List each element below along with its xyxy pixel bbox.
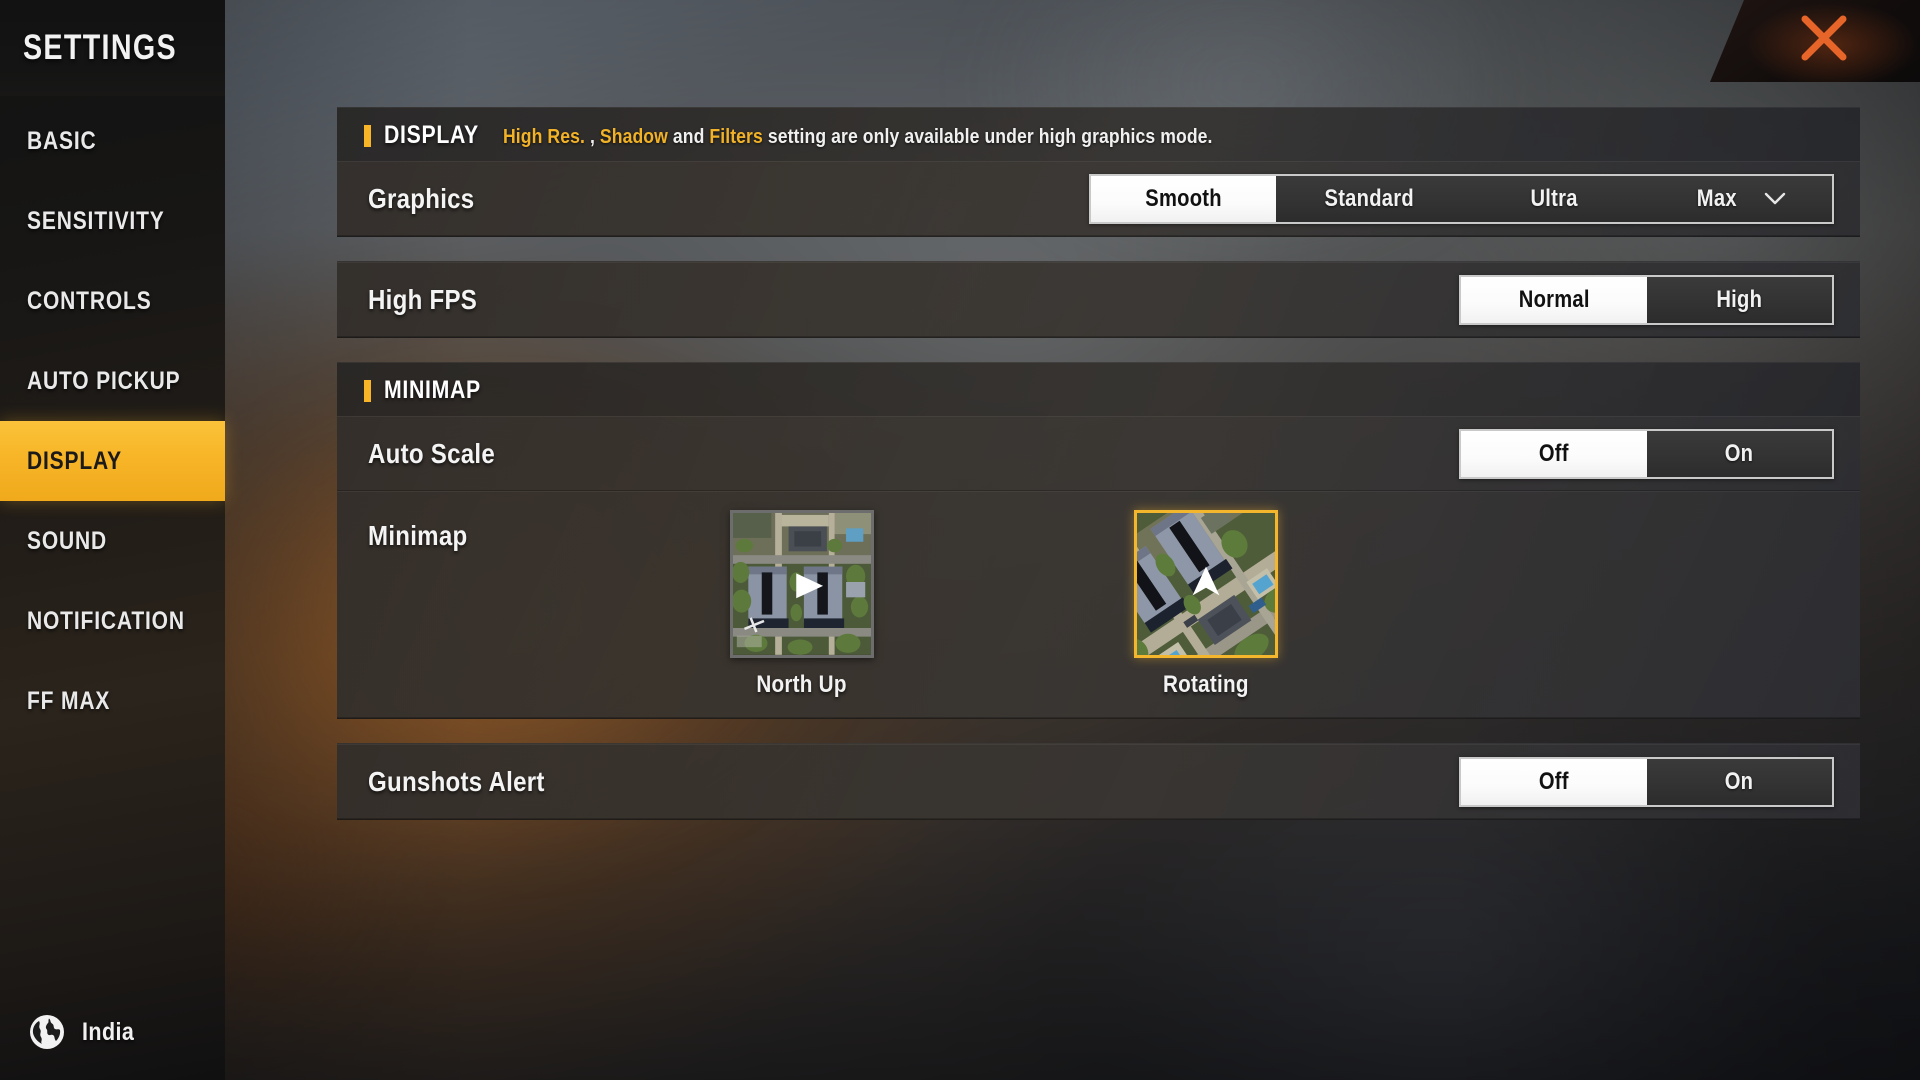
high-fps-segmented-control[interactable]: Normal High bbox=[1459, 274, 1834, 325]
settings-content: DISPLAY High Res. , Shadow and Filters s… bbox=[225, 0, 1920, 1080]
note-text-comma: , bbox=[589, 126, 600, 148]
minimap-label: Minimap bbox=[368, 520, 468, 551]
auto-scale-option-label: Off bbox=[1538, 439, 1569, 467]
chevron-down-icon[interactable] bbox=[1764, 192, 1786, 205]
minimap-option-north-up[interactable]: North Up bbox=[729, 510, 874, 699]
minimap-choices: North Up Rotating bbox=[484, 510, 1834, 699]
aerial-map-image bbox=[732, 513, 871, 655]
minimap-option-rotating[interactable]: Rotating bbox=[1133, 510, 1278, 699]
sidebar-item-label: DISPLAY bbox=[27, 446, 122, 475]
sidebar-item-label: SOUND bbox=[27, 526, 108, 555]
gunshots-alert-label: Gunshots Alert bbox=[368, 765, 545, 797]
sidebar-item-label: FF MAX bbox=[27, 686, 111, 715]
accent-bar-icon bbox=[364, 125, 371, 147]
sidebar-item-label: SENSITIVITY bbox=[27, 206, 165, 235]
panel-divider bbox=[337, 728, 1860, 743]
auto-scale-segmented-control[interactable]: Off On bbox=[1459, 428, 1834, 479]
graphics-option-smooth[interactable]: Smooth bbox=[1091, 175, 1277, 222]
gunshots-alert-option-on[interactable]: On bbox=[1647, 759, 1833, 805]
note-text-tail: setting are only available under high gr… bbox=[762, 126, 1213, 148]
minimap-section-header: MINIMAP bbox=[337, 363, 1860, 416]
graphics-option-standard[interactable]: Standard bbox=[1276, 176, 1461, 222]
sidebar-nav: BASIC SENSITIVITY CONTROLS AUTO PICKUP D… bbox=[0, 96, 225, 741]
close-button[interactable] bbox=[1710, 0, 1920, 82]
high-fps-row: High FPS Normal High bbox=[337, 262, 1860, 337]
accent-bar-icon bbox=[364, 380, 371, 402]
sidebar-item-label: BASIC bbox=[27, 126, 97, 155]
high-fps-option-label: Normal bbox=[1518, 285, 1590, 313]
display-section-note: High Res. , Shadow and Filters setting a… bbox=[503, 126, 1213, 149]
minimap-thumbnail-rotating[interactable] bbox=[1133, 510, 1278, 658]
gunshots-alert-option-off[interactable]: Off bbox=[1461, 758, 1647, 805]
settings-sidebar: SETTINGS BASIC SENSITIVITY CONTROLS AUTO… bbox=[0, 0, 225, 1080]
sidebar-item-display[interactable]: DISPLAY bbox=[0, 421, 225, 501]
region-selector[interactable]: India bbox=[27, 1012, 143, 1052]
display-section-header: DISPLAY High Res. , Shadow and Filters s… bbox=[337, 108, 1860, 161]
high-fps-label: High FPS bbox=[368, 283, 478, 315]
graphics-option-label: Standard bbox=[1324, 184, 1414, 212]
gunshots-alert-option-label: On bbox=[1724, 767, 1754, 795]
sidebar-header: SETTINGS bbox=[0, 0, 225, 96]
gunshots-alert-option-label: Off bbox=[1538, 767, 1569, 795]
panel-divider bbox=[337, 347, 1860, 362]
note-highlight-high-res: High Res. bbox=[502, 126, 590, 148]
region-label: India bbox=[82, 1017, 135, 1046]
auto-scale-option-label: On bbox=[1724, 439, 1754, 467]
minimap-section-title: MINIMAP bbox=[384, 376, 481, 404]
gunshots-alert-panel: Gunshots Alert Off On bbox=[337, 743, 1860, 820]
sidebar-item-basic[interactable]: BASIC bbox=[0, 101, 225, 181]
graphics-row: Graphics Smooth Standard Ultra Max bbox=[337, 161, 1860, 236]
sidebar-item-label: NOTIFICATION bbox=[27, 606, 185, 635]
graphics-option-label: Ultra bbox=[1530, 184, 1578, 212]
gunshots-alert-row: Gunshots Alert Off On bbox=[337, 744, 1860, 819]
minimap-panel: MINIMAP Auto Scale Off On Minimap North … bbox=[337, 362, 1860, 719]
minimap-row: Minimap North Up Rotating bbox=[337, 491, 1860, 718]
minimap-thumbnail-north-up[interactable] bbox=[729, 510, 874, 658]
page-title: SETTINGS bbox=[22, 28, 177, 67]
sidebar-item-controls[interactable]: CONTROLS bbox=[0, 261, 225, 341]
minimap-option-label: North Up bbox=[756, 671, 847, 698]
sidebar-item-sound[interactable]: SOUND bbox=[0, 501, 225, 581]
note-text-and: and bbox=[667, 126, 710, 148]
graphics-segmented-control[interactable]: Smooth Standard Ultra Max bbox=[1089, 173, 1834, 224]
graphics-option-ultra[interactable]: Ultra bbox=[1462, 176, 1647, 222]
display-section-title: DISPLAY bbox=[384, 121, 479, 149]
sidebar-item-ff-max[interactable]: FF MAX bbox=[0, 661, 225, 741]
close-icon bbox=[1801, 15, 1847, 61]
high-fps-option-high[interactable]: High bbox=[1647, 277, 1833, 323]
sidebar-item-auto-pickup[interactable]: AUTO PICKUP bbox=[0, 341, 225, 421]
high-fps-option-label: High bbox=[1716, 285, 1763, 313]
sidebar-item-label: AUTO PICKUP bbox=[27, 366, 181, 395]
graphics-option-label: Max bbox=[1696, 184, 1737, 212]
graphics-option-label: Smooth bbox=[1145, 184, 1222, 212]
note-highlight-shadow: Shadow bbox=[599, 126, 668, 148]
auto-scale-option-off[interactable]: Off bbox=[1461, 430, 1647, 477]
sidebar-item-sensitivity[interactable]: SENSITIVITY bbox=[0, 181, 225, 261]
graphics-label: Graphics bbox=[368, 182, 475, 214]
high-fps-panel: High FPS Normal High bbox=[337, 261, 1860, 338]
auto-scale-option-on[interactable]: On bbox=[1647, 431, 1833, 477]
high-fps-option-normal[interactable]: Normal bbox=[1461, 276, 1647, 323]
minimap-option-label: Rotating bbox=[1162, 671, 1249, 698]
sidebar-item-label: CONTROLS bbox=[27, 286, 152, 315]
auto-scale-label: Auto Scale bbox=[368, 437, 496, 469]
display-panel: DISPLAY High Res. , Shadow and Filters s… bbox=[337, 107, 1860, 237]
globe-icon bbox=[30, 1015, 64, 1049]
aerial-map-image-rotated bbox=[1136, 513, 1275, 655]
note-highlight-filters: Filters bbox=[709, 126, 763, 148]
sidebar-item-notification[interactable]: NOTIFICATION bbox=[0, 581, 225, 661]
graphics-option-max[interactable]: Max bbox=[1647, 176, 1832, 222]
gunshots-alert-segmented-control[interactable]: Off On bbox=[1459, 756, 1834, 807]
panel-divider bbox=[337, 246, 1860, 261]
auto-scale-row: Auto Scale Off On bbox=[337, 416, 1860, 491]
